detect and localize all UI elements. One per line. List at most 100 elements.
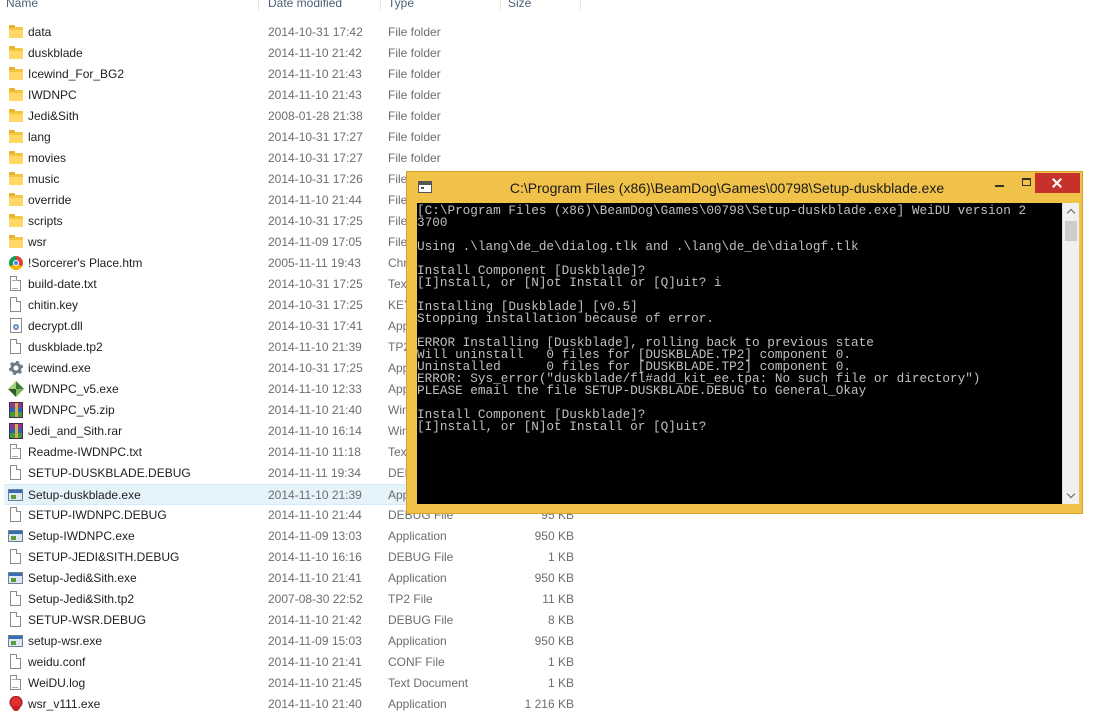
column-divider[interactable] [258, 0, 259, 10]
column-header-name[interactable]: Name [6, 0, 38, 10]
column-divider[interactable] [500, 0, 501, 10]
console-output: [C:\Program Files (x86)\BeamDog\Games\00… [417, 203, 1027, 434]
file-date: 2014-10-31 17:25 [268, 277, 363, 291]
scroll-down-arrow-icon[interactable] [1063, 488, 1079, 504]
file-name: Jedi_and_Sith.rar [28, 424, 123, 438]
folder-icon [8, 171, 24, 187]
column-divider[interactable] [580, 0, 581, 10]
file-name: IWDNPC [28, 88, 77, 102]
file-type: File folder [388, 25, 441, 39]
folder-icon [8, 150, 24, 166]
file-size: 950 KB [534, 634, 574, 648]
file-name: !Sorcerer's Place.htm [28, 256, 143, 270]
text-file-icon [8, 276, 24, 292]
file-date: 2014-11-10 21:42 [268, 613, 362, 627]
file-date: 2014-11-10 12:33 [268, 382, 362, 396]
file-icon [8, 507, 24, 523]
file-row[interactable]: weidu.conf 2014-11-10 21:41 CONF File 1 KB [0, 652, 1094, 673]
file-date: 2014-10-31 17:41 [268, 319, 363, 333]
winrar-icon [8, 402, 24, 418]
file-type: File folder [388, 109, 441, 123]
file-name: override [28, 193, 72, 207]
file-name: IWDNPC_v5.zip [28, 403, 115, 417]
exe-icon [8, 570, 24, 586]
file-row[interactable]: IWDNPC 2014-11-10 21:43 File folder [0, 85, 1094, 106]
file-date: 2014-11-10 21:40 [268, 403, 362, 417]
file-date: 2014-11-10 21:44 [268, 508, 362, 522]
column-header-size[interactable]: Size [508, 0, 531, 10]
file-date: 2014-11-10 21:39 [268, 488, 362, 502]
file-row[interactable]: lang 2014-10-31 17:27 File folder [0, 127, 1094, 148]
file-name: Setup-Jedi&Sith.exe [28, 571, 137, 585]
file-row[interactable]: duskblade 2014-11-10 21:42 File folder [0, 43, 1094, 64]
file-date: 2014-10-31 17:26 [268, 172, 363, 186]
file-row[interactable]: SETUP-JEDI&SITH.DEBUG 2014-11-10 16:16 DEB… [0, 547, 1094, 568]
column-header-date[interactable]: Date modified [268, 0, 342, 10]
exe-icon [8, 528, 24, 544]
file-size: 1 KB [547, 655, 574, 669]
file-date: 2014-11-09 13:03 [268, 529, 362, 543]
file-type: Application [388, 634, 447, 648]
file-row[interactable]: data 2014-10-31 17:42 File folder [0, 22, 1094, 43]
file-name: chitin.key [28, 298, 79, 312]
scroll-thumb[interactable] [1065, 221, 1077, 241]
file-type: DEBUG File [388, 613, 454, 627]
file-date: 2014-11-10 11:18 [268, 445, 361, 459]
file-type: Application [388, 697, 447, 711]
file-row[interactable]: setup-wsr.exe 2014-11-09 15:03 Application… [0, 631, 1094, 652]
minimize-button[interactable] [985, 173, 1013, 193]
file-date: 2014-11-10 21:39 [268, 340, 362, 354]
file-date: 2014-11-10 21:40 [268, 697, 362, 711]
file-type: File folder [388, 130, 441, 144]
file-icon [8, 549, 24, 565]
close-button[interactable] [1035, 173, 1080, 193]
file-type: File folder [388, 88, 441, 102]
file-icon [8, 297, 24, 313]
file-row[interactable]: SETUP-WSR.DEBUG 2014-11-10 21:42 DEBUG Fil… [0, 610, 1094, 631]
file-date: 2014-11-09 15:03 [268, 634, 362, 648]
file-name: WeiDU.log [28, 676, 86, 690]
file-name: wsr [28, 235, 47, 249]
file-size: 1 216 KB [524, 697, 574, 711]
file-row[interactable]: Jedi&Sith 2008-01-28 21:38 File folder [0, 106, 1094, 127]
file-name: decrypt.dll [28, 319, 83, 333]
file-name: wsr_v111.exe [28, 697, 101, 711]
chrome-icon [8, 255, 24, 271]
console-screen[interactable]: [C:\Program Files (x86)\BeamDog\Games\00… [417, 203, 1062, 504]
file-row[interactable]: Setup-Jedi&Sith.exe 2014-11-10 21:41 Appli… [0, 568, 1094, 589]
file-name: scripts [28, 214, 63, 228]
file-icon [8, 339, 24, 355]
file-row[interactable]: wsr_v111.exe 2014-11-10 21:40 Application 1… [0, 694, 1094, 715]
file-name: Setup-Jedi&Sith.tp2 [28, 592, 135, 606]
file-date: 2014-11-10 21:45 [268, 676, 362, 690]
file-size: 1 KB [547, 676, 574, 690]
file-name: duskblade [28, 46, 83, 60]
file-date: 2014-11-10 16:16 [268, 550, 362, 564]
file-row[interactable]: WeiDU.log 2014-11-10 21:45 Text Document 1 … [0, 673, 1094, 694]
file-name: SETUP-WSR.DEBUG [28, 613, 147, 627]
file-date: 2014-10-31 17:42 [268, 25, 363, 39]
column-divider[interactable] [380, 0, 381, 10]
file-type: File folder [388, 67, 441, 81]
file-row[interactable]: Icewind_For_BG2 2014-11-10 21:43 File fold… [0, 64, 1094, 85]
file-date: 2014-11-09 17:05 [268, 235, 362, 249]
file-name: setup-wsr.exe [28, 634, 103, 648]
file-name: SETUP-IWDNPC.DEBUG [28, 508, 167, 522]
file-date: 2014-11-10 21:43 [268, 67, 362, 81]
console-scrollbar[interactable] [1062, 203, 1079, 504]
console-window[interactable]: C:\Program Files (x86)\BeamDog\Games\007… [406, 171, 1083, 514]
file-type: DEBUG File [388, 550, 454, 564]
file-date: 2014-10-31 17:27 [268, 130, 363, 144]
file-name: lang [28, 130, 51, 144]
file-row[interactable]: Setup-IWDNPC.exe 2014-11-09 13:03 Applicat… [0, 526, 1094, 547]
file-row[interactable]: Setup-Jedi&Sith.tp2 2007-08-30 22:52 TP2 F… [0, 589, 1094, 610]
file-date: 2014-11-10 21:41 [268, 571, 362, 585]
scroll-up-arrow-icon[interactable] [1063, 203, 1079, 219]
gear-icon [8, 360, 24, 376]
column-header-type[interactable]: Type [388, 0, 414, 10]
file-row[interactable]: movies 2014-10-31 17:27 File folder [0, 148, 1094, 169]
file-name: IWDNPC_v5.exe [28, 382, 119, 396]
file-name: data [28, 25, 52, 39]
file-date: 2014-11-10 21:41 [268, 655, 362, 669]
console-title-bar[interactable]: C:\Program Files (x86)\BeamDog\Games\007… [407, 172, 1082, 203]
